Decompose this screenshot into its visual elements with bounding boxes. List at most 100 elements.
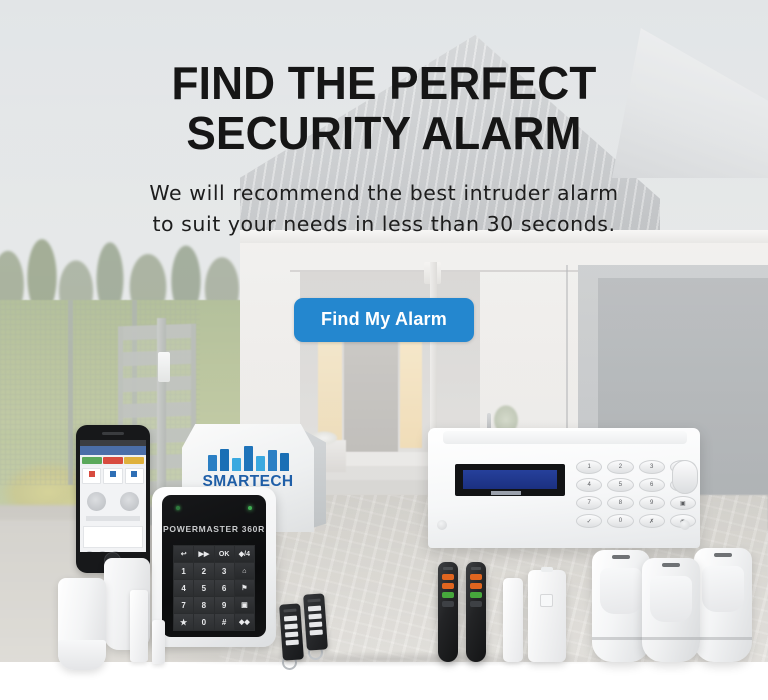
door-contact-notch (541, 567, 553, 572)
keyfob-button (285, 639, 299, 646)
keyfob-remote (279, 603, 304, 661)
keyfob-remote (303, 593, 328, 651)
app-arm-dial (87, 492, 106, 511)
keypad-key: ↩ (174, 546, 194, 562)
panel-key: 2 (607, 460, 634, 474)
app-card-row (80, 466, 146, 486)
door-contact-sensor (130, 590, 148, 662)
pir-seam (694, 637, 752, 640)
remote-button (442, 601, 454, 607)
smartech-logo-bar (279, 453, 289, 471)
door-contact-magnet (503, 578, 523, 662)
keypad-key: 5 (194, 580, 214, 596)
panel-key: 6 (638, 478, 665, 492)
app-card (82, 468, 102, 484)
keypad-status-led-icon (248, 506, 252, 510)
remote-button-disarm (442, 592, 454, 598)
door-contact-sensor (528, 567, 566, 662)
hero-banner: FIND THE PERFECT SECURITY ALARM We will … (0, 0, 768, 700)
keyfob-button (308, 613, 322, 620)
cta-container: Find My Alarm (0, 298, 768, 342)
smartech-logo: SMARTECH (196, 446, 300, 491)
panel-key: 5 (607, 478, 634, 492)
keyfob-button (285, 631, 299, 638)
keyfob-buttons (307, 605, 323, 636)
keyfob-led-icon (283, 608, 297, 613)
keypad-power-led-icon (176, 506, 180, 510)
pir-lens (650, 576, 692, 622)
pir-lens (702, 566, 744, 612)
keypad-key: ▶▶ (194, 546, 214, 562)
panic-remote (466, 562, 486, 662)
keypad-key: 4 (174, 580, 194, 596)
panel-key: ▣ (669, 496, 696, 510)
find-my-alarm-button[interactable]: Find My Alarm (294, 298, 474, 342)
page-title: FIND THE PERFECT SECURITY ALARM (15, 58, 752, 158)
remote-button-panic (470, 583, 482, 589)
keyfob-button (309, 629, 323, 636)
smartech-logo-bar (267, 450, 277, 471)
remote-button-disarm (470, 592, 482, 598)
app-nav-bar (80, 446, 146, 455)
keypad-key: OK (214, 546, 234, 562)
app-tab-row (80, 455, 146, 466)
remote-led-icon (471, 567, 481, 570)
app-tab (103, 457, 123, 464)
remote-button-panic (442, 574, 454, 580)
hero-subheading: We will recommend the best intruder alar… (74, 178, 694, 240)
keypad-key: # (214, 614, 234, 630)
keypad-key: ◆/4 (234, 546, 254, 562)
smartphone-alarm-app (76, 425, 150, 573)
pir-motion-sensor-base (58, 640, 106, 670)
headline-line-1: FIND THE PERFECT (171, 57, 597, 109)
remote-button (470, 601, 482, 607)
panel-key: 3 (638, 460, 665, 474)
panel-key: 0 (607, 514, 634, 528)
keypad-button-grid: ↩ ▶▶ OK ◆/4 1 2 3 ⌂ 4 5 6 ⚑ 7 8 9 ▣ ★ 0 # ◆◆ (173, 545, 255, 631)
keyfob-buttons (283, 615, 299, 646)
pir-vent-slot (662, 563, 680, 567)
door-contact-button (540, 594, 553, 607)
keypad-key: ⚑ (234, 580, 254, 596)
panel-lcd-bezel (455, 464, 565, 496)
panel-key: 8 (607, 496, 634, 510)
app-card-icon (88, 471, 95, 477)
pir-motion-sensor (694, 548, 752, 662)
app-card (124, 468, 144, 484)
app-card-icon (109, 471, 116, 477)
pir-motion-sensor (642, 558, 700, 662)
keypad-key: 1 (174, 563, 194, 579)
remote-led-icon (443, 567, 453, 570)
smartech-logo-bar (219, 449, 229, 471)
headline-line-2: SECURITY ALARM (186, 107, 582, 159)
panel-key: 4 (576, 478, 603, 492)
keypad-key: ⌂ (234, 563, 254, 579)
pir-seam (642, 637, 700, 640)
app-dial-label (86, 516, 140, 521)
subheading-line-1: We will recommend the best intruder alar… (149, 181, 619, 205)
remote-buttons (470, 574, 482, 607)
hero-copy: FIND THE PERFECT SECURITY ALARM We will … (0, 58, 768, 240)
app-card (103, 468, 123, 484)
panel-lcd-brandmark (491, 491, 521, 495)
smartech-logo-bar (231, 458, 241, 471)
panic-remote (438, 562, 458, 662)
subheading-line-2: to suit your needs in less than 30 secon… (152, 212, 616, 236)
keyfob-button (307, 605, 322, 612)
pir-lens (600, 568, 642, 614)
keypad-key: ▣ (234, 597, 254, 613)
app-activity-list (83, 526, 143, 548)
panel-screw-right (680, 520, 690, 530)
app-dial-row (80, 486, 146, 513)
phone-screen (80, 440, 146, 552)
panel-key: ✓ (576, 514, 603, 528)
app-card-icon (131, 471, 138, 477)
app-bottom-icon (98, 551, 107, 552)
panel-top-lip (443, 431, 687, 444)
panel-key: 7 (576, 496, 603, 510)
remote-button-panic (470, 574, 482, 580)
panel-screw-left (437, 520, 447, 530)
keypad-key: 9 (214, 597, 234, 613)
panel-lcd-screen (463, 470, 557, 489)
smartech-logo-bars (196, 446, 300, 471)
